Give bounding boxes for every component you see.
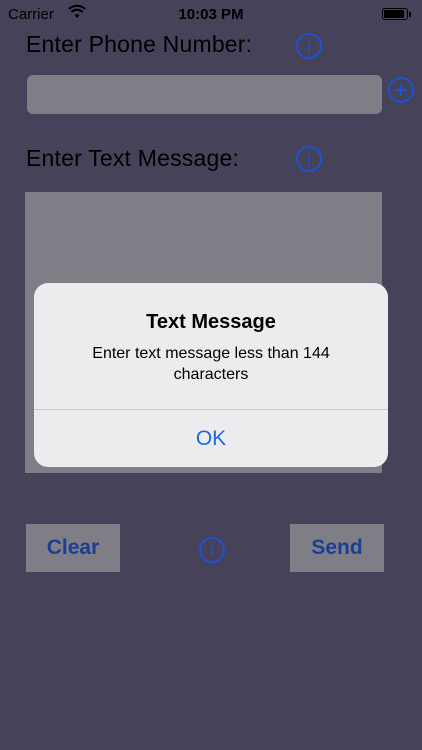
status-bar: Carrier 10:03 PM: [0, 0, 422, 30]
battery-icon: [382, 8, 408, 20]
message-info-icon[interactable]: i: [296, 146, 322, 172]
alert-dialog: Text Message Enter text message less tha…: [34, 283, 388, 467]
phone-number-label: Enter Phone Number:: [26, 31, 253, 57]
alert-title: Text Message: [146, 311, 276, 333]
send-button[interactable]: Send: [290, 524, 384, 572]
phone-info-icon[interactable]: i: [296, 33, 322, 59]
clock: 10:03 PM: [178, 6, 244, 23]
phone-number-input[interactable]: [27, 75, 382, 114]
alert-message: Enter text message less than 144 charact…: [92, 345, 330, 383]
battery-tip: [409, 12, 411, 17]
add-contact-icon[interactable]: [388, 77, 414, 103]
text-message-label: Enter Text Message:: [26, 145, 240, 171]
alert-ok-button[interactable]: OK: [34, 410, 388, 467]
help-info-icon[interactable]: i: [199, 537, 225, 563]
clear-button[interactable]: Clear: [26, 524, 120, 572]
